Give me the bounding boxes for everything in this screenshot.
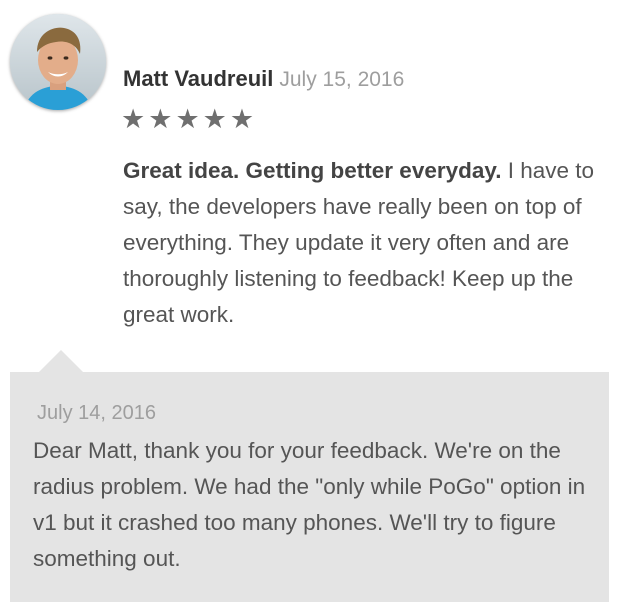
review-title: Great idea. Getting better everyday. — [123, 158, 502, 183]
reply-text: Dear Matt, thank you for your feedback. … — [33, 438, 586, 571]
user-photo-icon — [10, 14, 106, 110]
author-name: Matt Vaudreuil — [123, 66, 274, 91]
star-icon: ★ — [202, 104, 227, 135]
review-header: Matt Vaudreuil July 15, 2016 — [123, 66, 404, 92]
star-icon: ★ — [229, 104, 255, 135]
star-rating: ★ ★ ★ ★ ★ — [121, 106, 254, 133]
review-text: I have to say, the developers have reall… — [123, 158, 595, 327]
star-icon: ★ — [121, 104, 146, 135]
star-icon: ★ — [175, 104, 200, 135]
reply-date: July 14, 2016 — [37, 402, 156, 424]
developer-reply: July 14, 2016 Dear Matt, thank you for y… — [10, 372, 609, 602]
review-body: Great idea. Getting better everyday. I h… — [123, 153, 608, 333]
star-icon: ★ — [148, 104, 173, 135]
review-date: July 15, 2016 — [279, 68, 405, 91]
avatar[interactable] — [10, 14, 106, 110]
reply-pointer — [39, 350, 83, 372]
